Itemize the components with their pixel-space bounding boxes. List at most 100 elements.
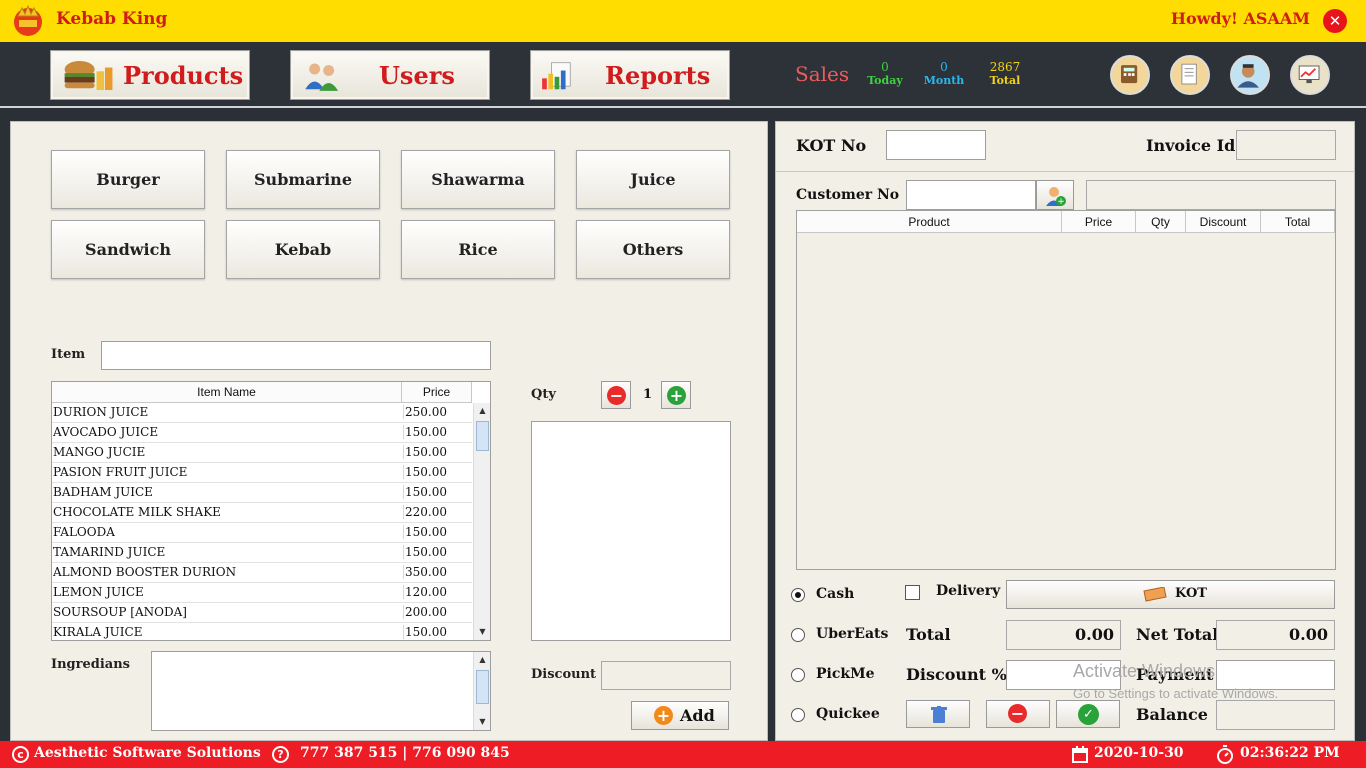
dashboard-monitor-icon[interactable] xyxy=(1290,55,1330,95)
scroll-up-arrow-icon[interactable]: ▲ xyxy=(474,652,491,668)
category-button-kebab[interactable]: Kebab xyxy=(226,220,380,279)
item-name-cell: TAMARIND JUICE xyxy=(53,545,166,559)
close-button[interactable]: ✕ xyxy=(1323,9,1347,33)
sales-label: Sales xyxy=(795,62,850,86)
table-row[interactable]: DURION JUICE 250.00 xyxy=(52,403,472,423)
delete-button[interactable] xyxy=(906,700,970,728)
item-name-cell: AVOCADO JUICE xyxy=(53,425,159,439)
column-header-qty[interactable]: Qty xyxy=(1136,211,1186,233)
category-button-juice[interactable]: Juice xyxy=(576,150,730,209)
kot-button[interactable]: KOT xyxy=(1006,580,1335,609)
ingredients-scrollbar[interactable]: ▲ ▼ xyxy=(473,652,490,730)
balance-field xyxy=(1216,700,1335,730)
item-price-cell: 150.00 xyxy=(403,445,473,459)
status-bar: c Aesthetic Software Solutions ? 777 387… xyxy=(0,741,1366,768)
column-header-discount[interactable]: Discount xyxy=(1186,211,1261,233)
category-button-others[interactable]: Others xyxy=(576,220,730,279)
selected-items-list[interactable] xyxy=(531,421,731,641)
cash-radio[interactable] xyxy=(791,588,805,602)
item-table: Item Name Price DURION JUICE 250.00 AVOCAD… xyxy=(51,381,491,641)
table-row[interactable]: BADHAM JUICE 150.00 xyxy=(52,483,472,503)
column-header-price[interactable]: Price xyxy=(402,382,472,403)
scroll-thumb[interactable] xyxy=(476,421,489,451)
add-button[interactable]: + Add xyxy=(631,701,729,730)
item-price-cell: 250.00 xyxy=(403,405,473,419)
qty-decrease-button[interactable]: − xyxy=(601,381,631,409)
scroll-down-arrow-icon[interactable]: ▼ xyxy=(474,624,490,640)
table-row[interactable]: PASION FRUIT JUICE 150.00 xyxy=(52,463,472,483)
invoice-id-label: Invoice Id xyxy=(1146,136,1236,155)
reports-button[interactable]: Reports xyxy=(530,50,730,100)
item-table-scrollbar[interactable]: ▲ ▼ xyxy=(473,403,490,640)
cash-label: Cash xyxy=(816,586,855,602)
scroll-up-arrow-icon[interactable]: ▲ xyxy=(474,403,490,419)
qty-increase-button[interactable]: + xyxy=(661,381,691,409)
ingredients-textarea[interactable]: ▲ ▼ xyxy=(151,651,491,731)
reports-label: Reports xyxy=(605,61,711,90)
item-price-cell: 350.00 xyxy=(403,565,473,579)
sales-today-value: 0 xyxy=(881,60,889,74)
confirm-button[interactable]: ✓ xyxy=(1056,700,1120,728)
crown-logo-icon xyxy=(14,4,42,36)
cancel-button[interactable]: − xyxy=(986,700,1050,728)
sales-month-value: 0 xyxy=(940,60,948,74)
quickee-radio[interactable] xyxy=(791,708,805,722)
products-label: Products xyxy=(123,61,244,90)
table-row[interactable]: KIRALA JUICE 150.00 xyxy=(52,623,472,640)
add-customer-button[interactable]: + xyxy=(1036,180,1074,210)
table-row[interactable]: ALMOND BOOSTER DURION 350.00 xyxy=(52,563,472,583)
item-search-input[interactable] xyxy=(101,341,491,370)
category-button-sandwich[interactable]: Sandwich xyxy=(51,220,205,279)
users-button[interactable]: Users xyxy=(290,50,490,100)
column-header-price[interactable]: Price xyxy=(1062,211,1136,233)
column-header-item-name[interactable]: Item Name xyxy=(52,382,402,403)
table-row[interactable]: MANGO JUCIE 150.00 xyxy=(52,443,472,463)
nav-bar: Products Users Reports Sales 0 Today 0 M… xyxy=(0,42,1366,108)
ticket-icon xyxy=(1143,587,1167,602)
category-button-burger[interactable]: Burger xyxy=(51,150,205,209)
users-icon xyxy=(305,63,339,91)
table-row[interactable]: LEMON JUICE 120.00 xyxy=(52,583,472,603)
table-row[interactable]: FALOODA 150.00 xyxy=(52,523,472,543)
add-plus-icon: + xyxy=(654,706,673,725)
kot-button-label: KOT xyxy=(1175,586,1207,601)
item-name-cell: SOURSOUP [ANODA] xyxy=(53,605,187,619)
scroll-thumb[interactable] xyxy=(476,670,489,704)
pickme-label: PickMe xyxy=(816,666,875,682)
column-header-product[interactable]: Product xyxy=(797,211,1062,233)
check-icon: ✓ xyxy=(1078,704,1099,725)
divider xyxy=(776,171,1354,172)
customer-name-input[interactable] xyxy=(1086,180,1336,210)
scroll-down-arrow-icon[interactable]: ▼ xyxy=(474,714,491,730)
user-greeting: Howdy! ASAAM xyxy=(1170,9,1310,28)
support-agent-icon[interactable] xyxy=(1230,55,1270,95)
table-row[interactable]: CHOCOLATE MILK SHAKE 220.00 xyxy=(52,503,472,523)
sales-total-label: Total xyxy=(989,74,1021,87)
table-row[interactable]: TAMARIND JUICE 150.00 xyxy=(52,543,472,563)
current-date: 2020-10-30 xyxy=(1094,745,1184,761)
category-button-submarine[interactable]: Submarine xyxy=(226,150,380,209)
calculator-icon[interactable] xyxy=(1110,55,1150,95)
users-label: Users xyxy=(379,61,455,90)
kot-no-input[interactable] xyxy=(886,130,986,160)
products-button[interactable]: Products xyxy=(50,50,250,100)
column-header-total[interactable]: Total xyxy=(1261,211,1335,233)
reports-chart-icon xyxy=(542,62,571,90)
item-name-cell: DURION JUICE xyxy=(53,405,149,419)
app-title: Kebab King xyxy=(56,9,168,29)
category-button-rice[interactable]: Rice xyxy=(401,220,555,279)
burger-icon xyxy=(64,61,113,91)
table-row[interactable]: SOURSOUP [ANODA] 200.00 xyxy=(52,603,472,623)
table-row[interactable]: AVOCADO JUICE 150.00 xyxy=(52,423,472,443)
pickme-radio[interactable] xyxy=(791,668,805,682)
item-price-cell: 120.00 xyxy=(403,585,473,599)
invoice-list-icon[interactable] xyxy=(1170,55,1210,95)
customer-no-input[interactable] xyxy=(906,180,1036,210)
discount-input[interactable] xyxy=(601,661,731,690)
customer-no-label: Customer No xyxy=(796,187,900,203)
invoice-id-input[interactable] xyxy=(1236,130,1336,160)
plus-icon: + xyxy=(667,386,686,405)
ubereats-radio[interactable] xyxy=(791,628,805,642)
delivery-checkbox[interactable] xyxy=(905,585,920,600)
category-button-shawarma[interactable]: Shawarma xyxy=(401,150,555,209)
